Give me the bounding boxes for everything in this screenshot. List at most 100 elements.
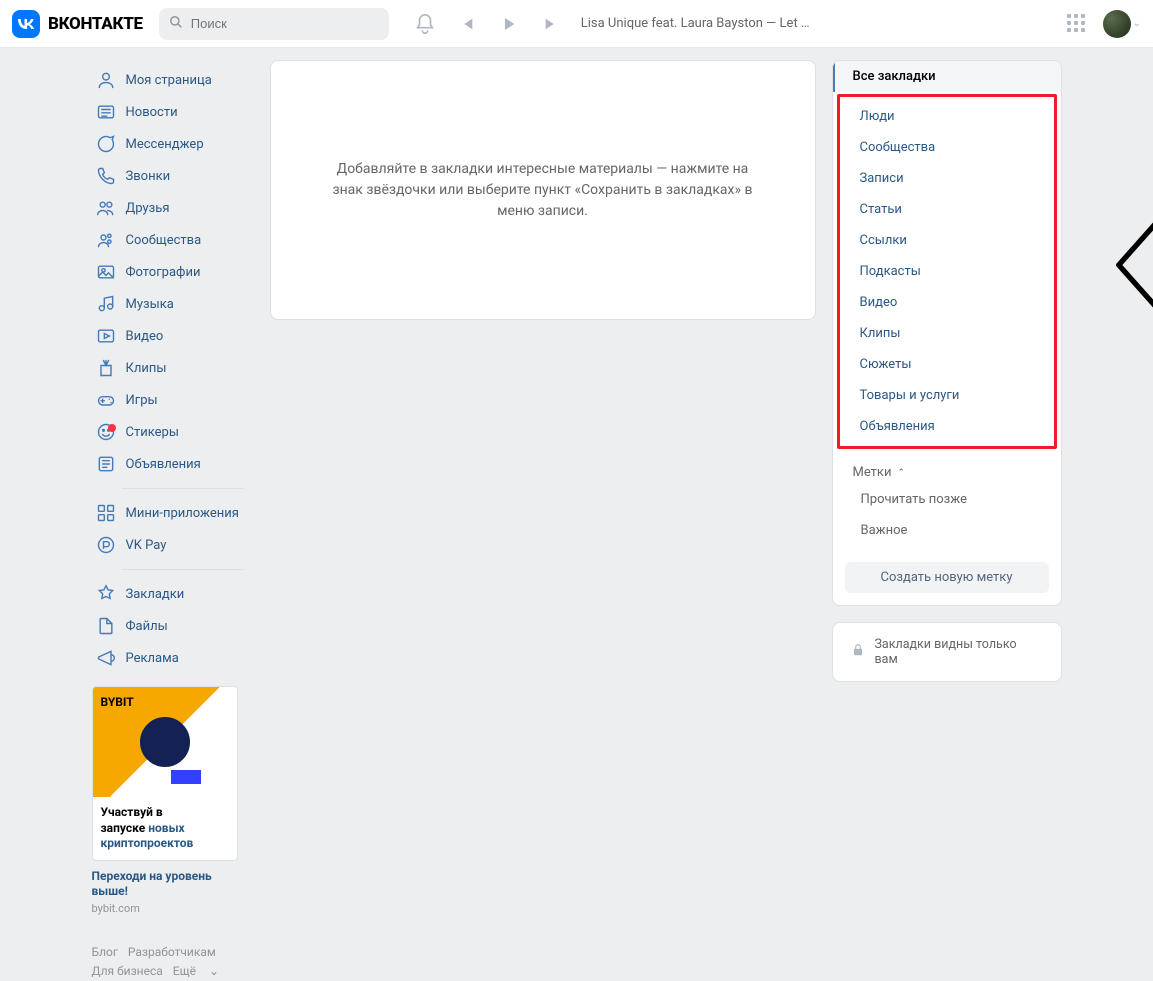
nav-label: Сообщества [126,233,202,248]
nav-item-communities[interactable]: Сообщества [92,224,256,256]
chevron-up-icon: ⌃ [897,468,905,478]
side-category[interactable]: Товары и услуги [840,380,1054,411]
create-tag-button[interactable]: Создать новую метку [845,562,1049,593]
nav-list-tertiary: Закладки Файлы Реклама [92,578,256,674]
nav-item-profile[interactable]: Моя страница [92,64,256,96]
next-track-icon[interactable] [539,12,563,36]
side-category[interactable]: Видео [840,287,1054,318]
nav-item-files[interactable]: Файлы [92,610,256,642]
nav-item-adverts[interactable]: Реклама [92,642,256,674]
nav-label: Друзья [126,201,170,216]
side-category[interactable]: Объявления [840,411,1054,442]
nav-item-music[interactable]: Музыка [92,288,256,320]
chevron-down-icon: ⌄ [1133,18,1141,29]
side-category[interactable]: Записи [840,163,1054,194]
play-icon[interactable] [497,12,521,36]
nav-label: Реклама [126,651,179,666]
ad-box[interactable]: BYBIT Участвуй в запуске новых криптопро… [92,686,238,861]
nav-label: Игры [126,393,158,408]
tag-item[interactable]: Важное [853,515,1041,546]
ad-text: Участвуй в запуске новых криптопроектов [93,797,237,860]
search-box[interactable] [159,8,389,40]
nav-item-miniapps[interactable]: Мини-приложения [92,497,256,529]
nav-label: Видео [126,329,164,344]
nav-label: Новости [126,105,178,120]
right-sidebar: Все закладки ЛюдиСообществаЗаписиСтатьиС… [832,60,1062,682]
track-title[interactable]: Lisa Unique feat. Laura Bayston — Let … [581,16,810,31]
nav-item-vkpay[interactable]: VK Pay [92,529,256,561]
stickers-icon [96,422,116,442]
side-category[interactable]: Сообщества [840,132,1054,163]
nav-label: VK Pay [126,538,167,553]
ad-domain: bybit.com [92,902,256,915]
ads-icon [96,454,116,474]
side-category[interactable]: Статьи [840,194,1054,225]
vk-logo-icon [12,10,40,38]
profile-menu[interactable]: ⌄ [1103,10,1141,38]
side-category[interactable]: Ссылки [840,225,1054,256]
avatar [1103,10,1131,38]
nav-item-stickers[interactable]: Стикеры [92,416,256,448]
nav-label: Файлы [126,619,168,634]
profile-icon [96,70,116,90]
header: ВКОНТАКТЕ Lisa Unique feat. Laura Baysto… [0,0,1153,48]
nav-item-calls[interactable]: Звонки [92,160,256,192]
footer-dev[interactable]: Разработчикам [128,945,216,959]
nav-item-bookmarks[interactable]: Закладки [92,578,256,610]
nav-item-friends[interactable]: Друзья [92,192,256,224]
side-category[interactable]: Клипы [840,318,1054,349]
nav-label: Фотографии [126,265,201,280]
friends-icon [96,198,116,218]
communities-icon [96,230,116,250]
nav-label: Музыка [126,297,174,312]
prev-track-icon[interactable] [455,12,479,36]
miniapps-icon [96,503,116,523]
highlight-box: ЛюдиСообществаЗаписиСтатьиСсылкиПодкасты… [837,94,1057,449]
footer-links: Блог Разработчикам Для бизнеса Ещё ⌄ [92,943,256,981]
nav-item-clips[interactable]: Клипы [92,352,256,384]
lock-icon [851,643,865,661]
search-icon [169,15,183,33]
side-category[interactable]: Сюжеты [840,349,1054,380]
side-category[interactable]: Люди [840,101,1054,132]
nav-item-ads[interactable]: Объявления [92,448,256,480]
tags-header[interactable]: Метки ⌃ [853,461,1041,484]
categories-card: Все закладки ЛюдиСообществаЗаписиСтатьиС… [832,60,1062,606]
nav-item-news[interactable]: Новости [92,96,256,128]
nav-label: Моя страница [126,73,212,88]
nav-label: Мини-приложения [126,506,239,521]
tag-item[interactable]: Прочитать позже [853,484,1041,515]
nav-item-games[interactable]: Игры [92,384,256,416]
calls-icon [96,166,116,186]
nav-label: Звонки [126,169,171,184]
notifications-icon[interactable] [413,12,437,36]
side-item-all[interactable]: Все закладки [833,61,1061,92]
games-icon [96,390,116,410]
nav-item-messenger[interactable]: Мессенджер [92,128,256,160]
messenger-icon [96,134,116,154]
footer-business[interactable]: Для бизнеса [92,964,163,978]
side-category[interactable]: Подкасты [840,256,1054,287]
footer-blog[interactable]: Блог [92,945,118,959]
ad-image: BYBIT [93,687,237,797]
nav-item-video[interactable]: Видео [92,320,256,352]
nav-label: Клипы [126,361,167,376]
arrow-annotation [1112,190,1153,344]
ad-subtitle[interactable]: Переходи на уровеньвыше! [92,869,256,900]
clips-icon [96,358,116,378]
content-card: Добавляйте в закладки интересные материа… [270,60,816,320]
nav-list-main: Моя страница Новости Мессенджер Звонки Друзь… [92,64,256,480]
logo-wrap[interactable]: ВКОНТАКТЕ [12,10,143,38]
visibility-card: Закладки видны только вам [832,622,1062,682]
video-icon [96,326,116,346]
files-icon [96,616,116,636]
vkpay-icon [96,535,116,555]
nav-item-photos[interactable]: Фотографии [92,256,256,288]
news-icon [96,102,116,122]
apps-grid-icon[interactable] [1067,14,1087,34]
search-input[interactable] [191,16,379,31]
nav-label: Мессенджер [126,137,204,152]
footer-more[interactable]: Ещё ⌄ [173,964,219,978]
nav-label: Закладки [126,587,185,602]
nav-label: Объявления [126,457,201,472]
